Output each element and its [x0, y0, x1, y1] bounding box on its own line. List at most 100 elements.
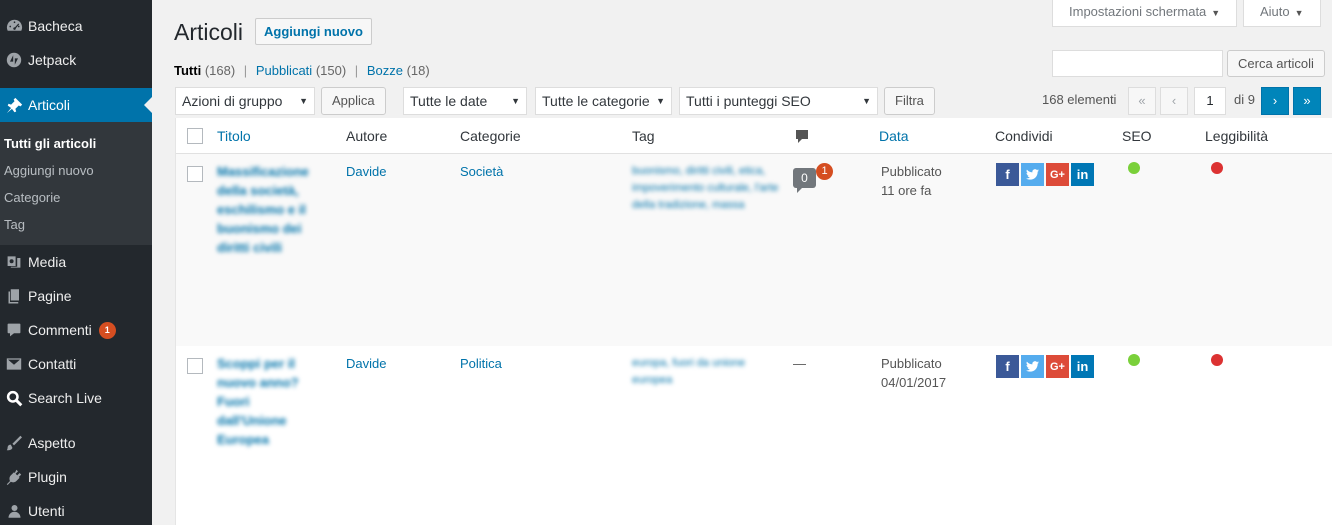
title-line: buonismo dei — [217, 221, 302, 236]
submenu-tags[interactable]: Tag — [0, 211, 152, 238]
jetpack-icon — [0, 52, 28, 68]
search-posts-button[interactable]: Cerca articoli — [1227, 50, 1325, 77]
total-pages: di 9 — [1234, 92, 1255, 107]
menu-label: Contatti — [28, 356, 77, 372]
post-status: Pubblicato — [881, 164, 942, 179]
row-checkbox[interactable] — [187, 358, 203, 374]
filter-all-count: (168) — [204, 63, 236, 78]
post-date-value: 04/01/2017 — [881, 375, 947, 390]
add-new-button[interactable]: Aggiungi nuovo — [255, 18, 372, 45]
tags-links[interactable]: europa, fuori da unione europea — [632, 355, 782, 389]
screen-options-button[interactable]: Impostazioni schermata ▼ — [1052, 0, 1238, 27]
column-tags: Tag — [632, 128, 655, 144]
next-page-button[interactable]: › — [1261, 87, 1289, 115]
column-title[interactable]: Titolo — [217, 128, 251, 144]
menu-label: Commenti — [28, 322, 92, 338]
submenu-add-new[interactable]: Aggiungi nuovo — [0, 157, 152, 184]
seo-filter-select[interactable]: Tutti i punteggi SEO — [679, 87, 878, 115]
menu-label: Aspetto — [28, 435, 76, 451]
facebook-icon[interactable]: f — [996, 355, 1019, 378]
googleplus-icon[interactable]: G+ — [1046, 163, 1069, 186]
pages-icon — [0, 288, 28, 304]
first-page-button[interactable]: « — [1128, 87, 1156, 115]
category-filter-select[interactable]: Tutte le categorie — [535, 87, 672, 115]
menu-item-aspetto[interactable]: Aspetto — [0, 426, 152, 460]
status-filter-links: Tutti (168) | Pubblicati (150) | Bozze (… — [174, 63, 430, 78]
menu-item-articoli[interactable]: Articoli — [0, 88, 152, 122]
title-line: Fuori — [217, 394, 250, 409]
tags-links[interactable]: buonismo, diritti civili, etica, impover… — [632, 163, 782, 214]
twitter-icon[interactable] — [1021, 355, 1044, 378]
help-label: Aiuto — [1260, 4, 1290, 19]
prev-page-button[interactable]: ‹ — [1160, 87, 1188, 115]
menu-label: Search Live — [28, 390, 102, 406]
menu-item-contatti[interactable]: Contatti — [0, 347, 152, 381]
title-line: della società, — [217, 183, 299, 198]
menu-label: Utenti — [28, 503, 65, 519]
menu-item-bacheca[interactable]: Bacheca — [0, 9, 152, 43]
author-link[interactable]: Davide — [346, 162, 386, 181]
title-line: Scoppi per il — [217, 356, 296, 371]
menu-item-plugin[interactable]: Plugin — [0, 460, 152, 494]
post-title-link[interactable]: Massificazione della società, eschilismo… — [217, 162, 327, 257]
post-title-link[interactable]: Scoppi per il nuovo anno? Fuori dall'Uni… — [217, 354, 327, 449]
filter-published-link[interactable]: Pubblicati — [256, 63, 312, 78]
filter-button[interactable]: Filtra — [884, 87, 935, 115]
category-link[interactable]: Società — [460, 162, 503, 181]
column-seo: SEO — [1122, 128, 1152, 144]
linkedin-icon[interactable]: in — [1071, 355, 1094, 378]
posts-table: Titolo Autore Categorie Tag Data Condivi… — [175, 118, 1332, 525]
twitter-icon[interactable] — [1021, 163, 1044, 186]
post-date: Pubblicato 04/01/2017 — [881, 354, 946, 392]
main-content: Impostazioni schermata ▼ Aiuto ▼ Articoli … — [152, 0, 1332, 525]
help-button[interactable]: Aiuto ▼ — [1243, 0, 1321, 27]
linkedin-icon[interactable]: in — [1071, 163, 1094, 186]
separator: | — [243, 63, 248, 78]
no-comments-dash: — — [793, 356, 806, 371]
submenu-all-posts[interactable]: Tutti gli articoli — [0, 130, 152, 157]
items-count: 168 elementi — [1042, 92, 1117, 107]
seo-score-indicator — [1128, 162, 1140, 174]
menu-label: Bacheca — [28, 18, 83, 34]
search-icon — [0, 390, 28, 407]
author-link[interactable]: Davide — [346, 354, 386, 373]
filter-drafts-link[interactable]: Bozze — [367, 63, 403, 78]
last-page-button[interactable]: » — [1293, 87, 1321, 115]
row-checkbox[interactable] — [187, 166, 203, 182]
category-link[interactable]: Politica — [460, 354, 502, 373]
submenu-categories[interactable]: Categorie — [0, 184, 152, 211]
apply-button[interactable]: Applica — [321, 87, 386, 115]
readability-score-indicator — [1211, 354, 1223, 366]
menu-item-search-live[interactable]: Search Live — [0, 381, 152, 415]
menu-item-pagine[interactable]: Pagine — [0, 279, 152, 313]
screen-options-label: Impostazioni schermata — [1069, 4, 1207, 19]
menu-item-utenti[interactable]: Utenti — [0, 494, 152, 525]
filter-published-count: (150) — [315, 63, 347, 78]
readability-score-indicator — [1211, 162, 1223, 174]
column-categories: Categorie — [460, 128, 521, 144]
tag-line: europea — [632, 374, 673, 386]
facebook-icon[interactable]: f — [996, 163, 1019, 186]
date-filter-select[interactable]: Tutte le date — [403, 87, 527, 115]
search-input[interactable] — [1052, 50, 1223, 77]
menu-item-commenti[interactable]: Commenti 1 — [0, 313, 152, 347]
table-header: Titolo Autore Categorie Tag Data Condivi… — [176, 118, 1332, 154]
table-row: Massificazione della società, eschilismo… — [176, 154, 1332, 346]
mail-icon — [0, 357, 28, 371]
current-page-input[interactable]: 1 — [1194, 87, 1226, 115]
menu-label: Pagine — [28, 288, 72, 304]
comments-count-badge: 1 — [98, 321, 116, 339]
articoli-submenu: Tutti gli articoli Aggiungi nuovo Catego… — [0, 122, 152, 245]
comment-count-bubble[interactable]: 0 — [793, 168, 816, 193]
filter-all-link[interactable]: Tutti — [174, 63, 201, 78]
column-date[interactable]: Data — [879, 128, 909, 144]
menu-item-media[interactable]: Media — [0, 245, 152, 279]
menu-label: Jetpack — [28, 52, 77, 68]
googleplus-icon[interactable]: G+ — [1046, 355, 1069, 378]
comments-column-icon[interactable] — [795, 129, 809, 147]
column-author: Autore — [346, 128, 388, 144]
tag-line: della tradizione, massa — [632, 199, 745, 211]
menu-item-jetpack[interactable]: Jetpack — [0, 43, 152, 77]
bulk-actions-select[interactable]: Azioni di gruppo — [175, 87, 315, 115]
select-all-checkbox[interactable] — [187, 128, 203, 144]
